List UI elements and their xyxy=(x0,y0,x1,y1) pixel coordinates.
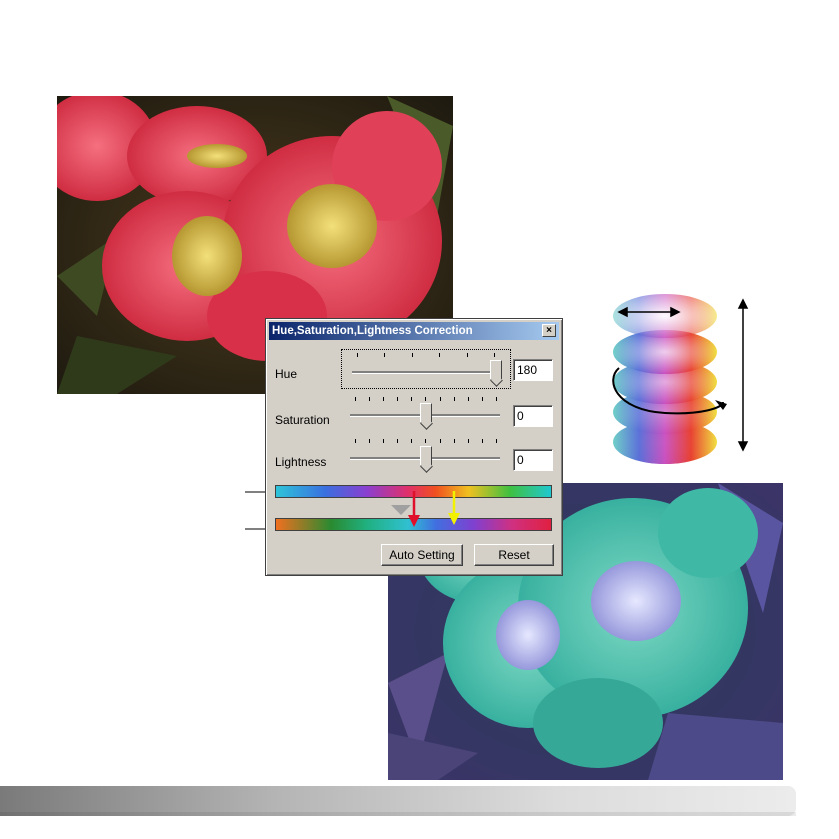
lightness-slider-thumb[interactable] xyxy=(420,446,432,466)
saturation-ticks xyxy=(355,397,497,402)
lightness-label: Lightness xyxy=(275,455,327,469)
saturation-label: Saturation xyxy=(275,413,330,427)
reset-button[interactable]: Reset xyxy=(474,544,554,566)
hue-slider-track[interactable] xyxy=(352,371,500,374)
close-button[interactable]: × xyxy=(542,324,556,337)
lightness-arrow-icon xyxy=(737,298,749,452)
lightness-ticks xyxy=(355,439,497,444)
hue-shift-arrows xyxy=(391,491,460,527)
close-icon: × xyxy=(546,325,552,336)
page-footer-bar xyxy=(0,786,796,816)
lightness-value-field[interactable]: 0 xyxy=(513,449,553,471)
saturation-slider-thumb[interactable] xyxy=(420,403,432,423)
hue-value-field[interactable]: 180 xyxy=(513,359,553,381)
hue-label: Hue xyxy=(275,367,298,381)
dialog-title: Hue,Saturation,Lightness Correction xyxy=(272,325,473,337)
auto-setting-button[interactable]: Auto Setting xyxy=(381,544,463,566)
dialog-title-bar[interactable]: Hue,Saturation,Lightness Correction × xyxy=(269,322,559,340)
saturation-value-field[interactable]: 0 xyxy=(513,405,553,427)
hue-slider-thumb[interactable] xyxy=(490,360,502,380)
hsl-correction-dialog: Hue,Saturation,Lightness Correction × Hu… xyxy=(265,318,563,576)
color-wheel-stack-icon xyxy=(612,294,749,464)
hue-ticks xyxy=(357,353,495,358)
